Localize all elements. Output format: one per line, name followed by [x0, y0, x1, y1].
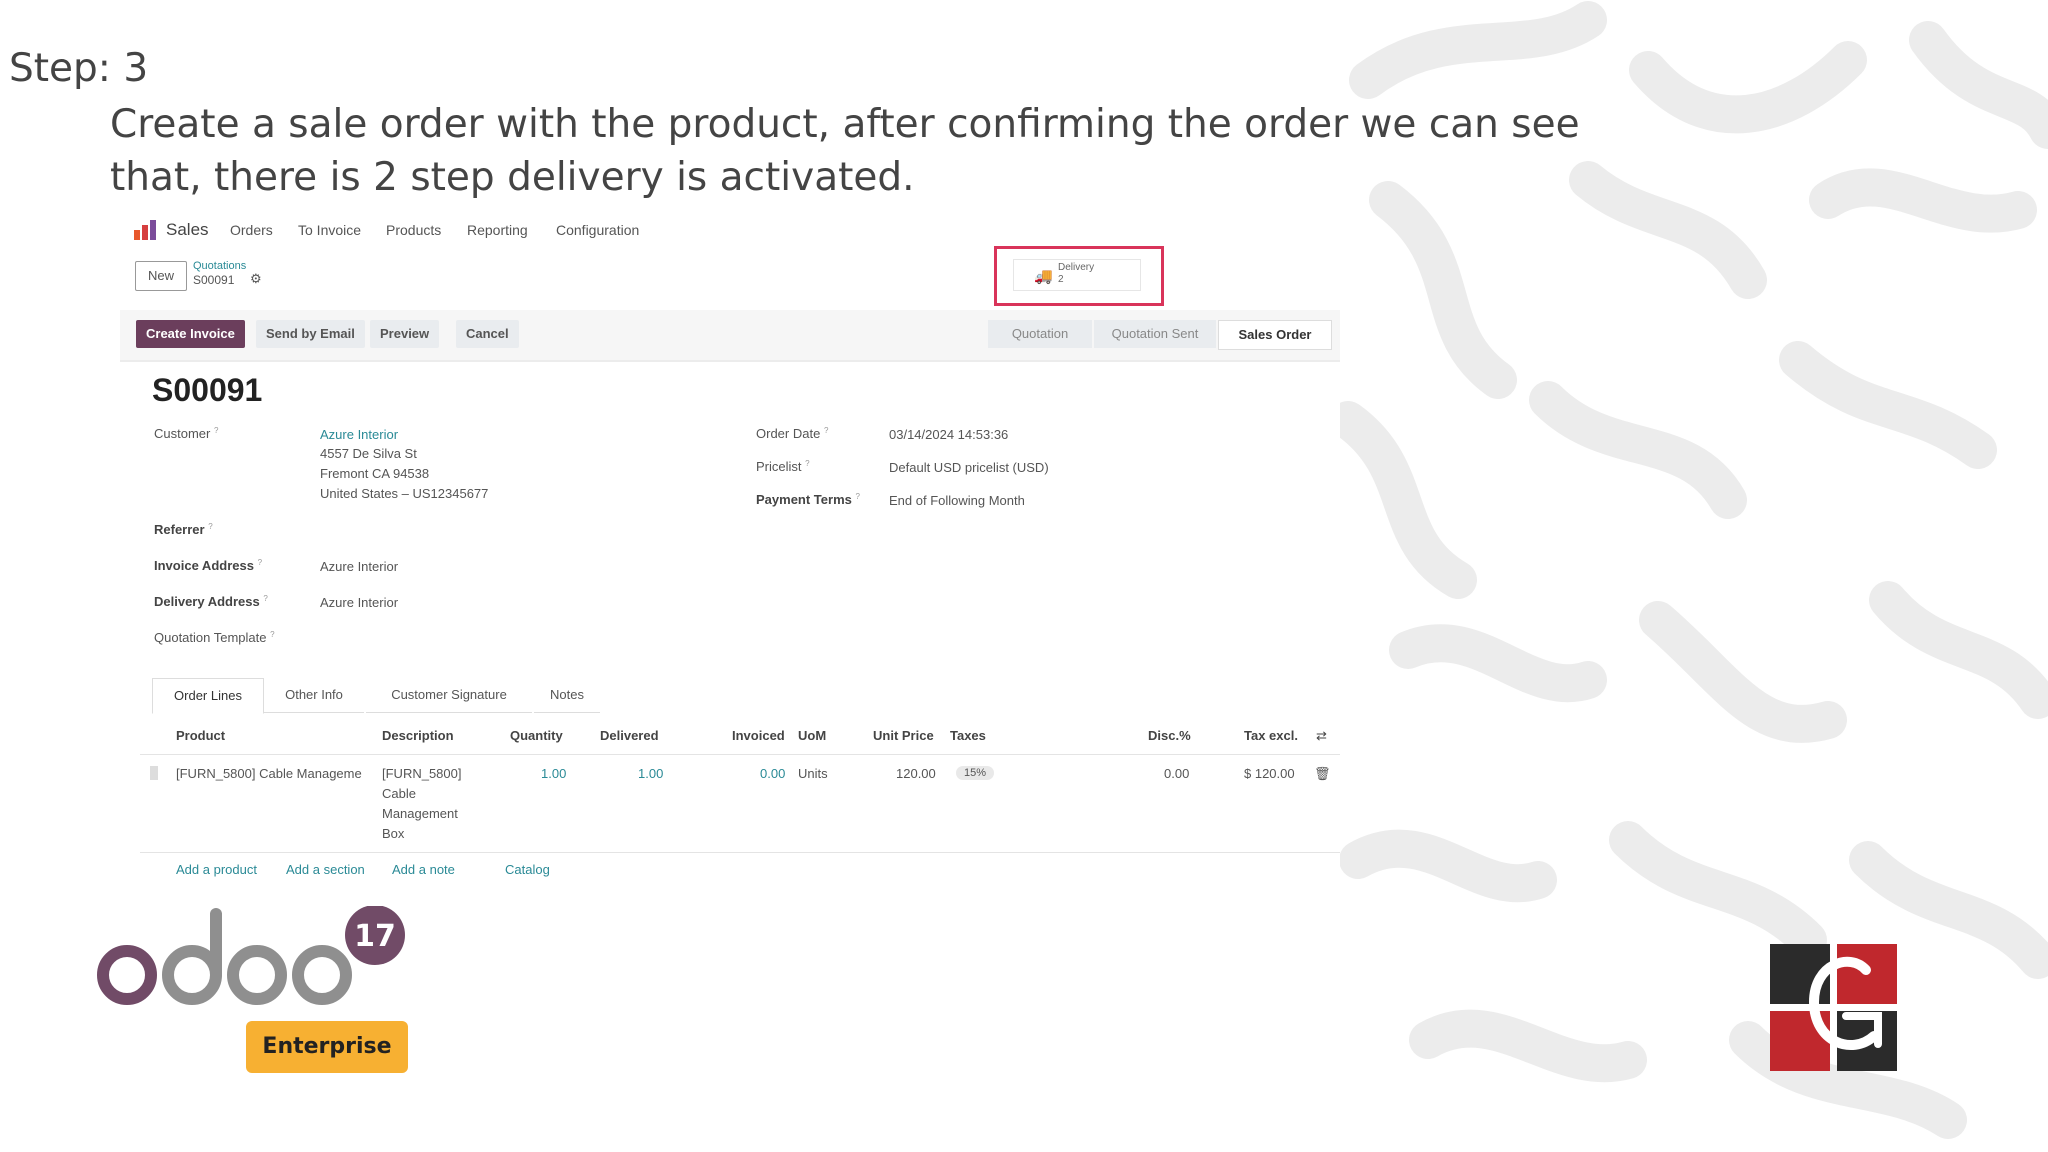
delivery-smart-button[interactable]: 🚚 Delivery 2 [1013, 259, 1141, 291]
customer-address-line2: Fremont CA 94538 [320, 466, 430, 481]
customer-address-line1: 4557 De Silva St [320, 446, 417, 461]
status-quotation-sent[interactable]: Quotation Sent [1094, 320, 1216, 348]
referrer-label: Referrer ? [154, 522, 213, 537]
row-description-line3: Management [382, 806, 458, 821]
col-quantity[interactable]: Quantity [510, 728, 563, 743]
quotation-template-label: Quotation Template ? [154, 630, 275, 645]
table-footer-divider [140, 852, 1340, 853]
row-description-line1[interactable]: [FURN_5800] [382, 766, 461, 781]
row-discount[interactable]: 0.00 [1164, 766, 1189, 781]
step-title: Step: 3 [9, 46, 149, 91]
customer-label: Customer ? [154, 426, 219, 441]
row-quantity[interactable]: 1.00 [541, 766, 566, 781]
nav-orders[interactable]: Orders [230, 222, 273, 238]
trash-icon[interactable]: 🗑 [1314, 766, 1331, 782]
top-navbar: Sales Orders To Invoice Products Reporti… [120, 210, 1340, 250]
breadcrumb-quotations[interactable]: Quotations [193, 260, 246, 272]
row-unit-price[interactable]: 120.00 [896, 766, 936, 781]
send-by-email-button[interactable]: Send by Email [256, 320, 365, 348]
delivery-address-label: Delivery Address ? [154, 594, 268, 609]
row-invoiced: 0.00 [760, 766, 786, 781]
col-invoiced[interactable]: Invoiced [732, 728, 785, 743]
col-delivered[interactable]: Delivered [600, 728, 659, 743]
add-note-link[interactable]: Add a note [392, 862, 455, 877]
action-bar: Create Invoice Send by Email Preview Can… [120, 310, 1340, 362]
row-uom[interactable]: Units [798, 766, 828, 781]
col-tax-excl[interactable]: Tax excl. [1244, 728, 1298, 743]
row-subtotal: $ 120.00 [1244, 766, 1295, 781]
nav-reporting[interactable]: Reporting [467, 222, 528, 238]
order-date-label: Order Date ? [756, 426, 829, 441]
nav-products[interactable]: Products [386, 222, 441, 238]
enterprise-badge: Enterprise [246, 1021, 408, 1073]
catalog-link[interactable]: Catalog [505, 862, 550, 877]
gear-icon[interactable]: ⚙ [250, 271, 262, 287]
col-description[interactable]: Description [382, 728, 454, 743]
payment-terms-label: Payment Terms ? [756, 492, 860, 507]
nav-app-sales[interactable]: Sales [166, 220, 209, 240]
row-description-line2: Cable [382, 786, 416, 801]
odoo-sales-order-screenshot: Sales Orders To Invoice Products Reporti… [120, 210, 1340, 898]
row-description-line4: Box [382, 826, 405, 841]
delivery-label: Delivery [1058, 262, 1095, 273]
invoice-address-value[interactable]: Azure Interior [320, 559, 398, 574]
col-taxes[interactable]: Taxes [950, 728, 986, 743]
order-reference: S00091 [152, 372, 263, 408]
company-logo-icon [1770, 944, 1897, 1071]
delivery-count: 2 [1058, 274, 1064, 285]
add-section-link[interactable]: Add a section [286, 862, 365, 877]
row-product[interactable]: [FURN_5800] Cable Manageme [176, 766, 362, 781]
invoice-address-label: Invoice Address ? [154, 558, 263, 573]
tab-customer-signature[interactable]: Customer Signature [366, 678, 532, 713]
step-description: Create a sale order with the product, af… [110, 102, 1580, 200]
customer-name-link[interactable]: Azure Interior [320, 427, 398, 442]
nav-configuration[interactable]: Configuration [556, 222, 639, 238]
col-uom[interactable]: UoM [798, 728, 826, 743]
odoo-version: 17 [354, 919, 396, 954]
column-settings-icon[interactable]: ⇄ [1316, 728, 1327, 744]
tab-order-lines[interactable]: Order Lines [152, 678, 264, 714]
truck-icon: 🚚 [1034, 268, 1053, 285]
nav-to-invoice[interactable]: To Invoice [298, 222, 361, 238]
row-delivered[interactable]: 1.00 [638, 766, 663, 781]
table-header-divider [140, 754, 1340, 755]
status-sales-order[interactable]: Sales Order [1218, 320, 1332, 350]
drag-handle-icon[interactable] [150, 766, 158, 780]
order-date-value[interactable]: 03/14/2024 14:53:36 [889, 427, 1008, 442]
row-tax-badge[interactable]: 15% [956, 766, 995, 780]
create-invoice-button[interactable]: Create Invoice [136, 320, 245, 348]
preview-button[interactable]: Preview [370, 320, 440, 348]
status-quotation[interactable]: Quotation [988, 320, 1092, 348]
sales-app-icon [134, 220, 156, 240]
col-product[interactable]: Product [176, 728, 225, 743]
pricelist-label: Pricelist ? [756, 459, 810, 474]
col-disc[interactable]: Disc.% [1148, 728, 1191, 743]
add-product-link[interactable]: Add a product [176, 862, 257, 877]
tab-other-info[interactable]: Other Info [264, 678, 364, 713]
pricelist-value[interactable]: Default USD pricelist (USD) [889, 460, 1049, 475]
cancel-button[interactable]: Cancel [456, 320, 519, 348]
odoo-logo: 17 [97, 906, 405, 1005]
payment-terms-value[interactable]: End of Following Month [889, 493, 1025, 508]
customer-address-line3: United States – US12345677 [320, 486, 489, 501]
new-button[interactable]: New [135, 261, 187, 291]
delivery-address-value[interactable]: Azure Interior [320, 595, 398, 610]
delivery-highlight-box: 🚚 Delivery 2 [994, 246, 1164, 306]
breadcrumb-current: S00091 [193, 273, 235, 287]
tab-notes[interactable]: Notes [534, 678, 600, 713]
col-unit-price[interactable]: Unit Price [873, 728, 934, 743]
